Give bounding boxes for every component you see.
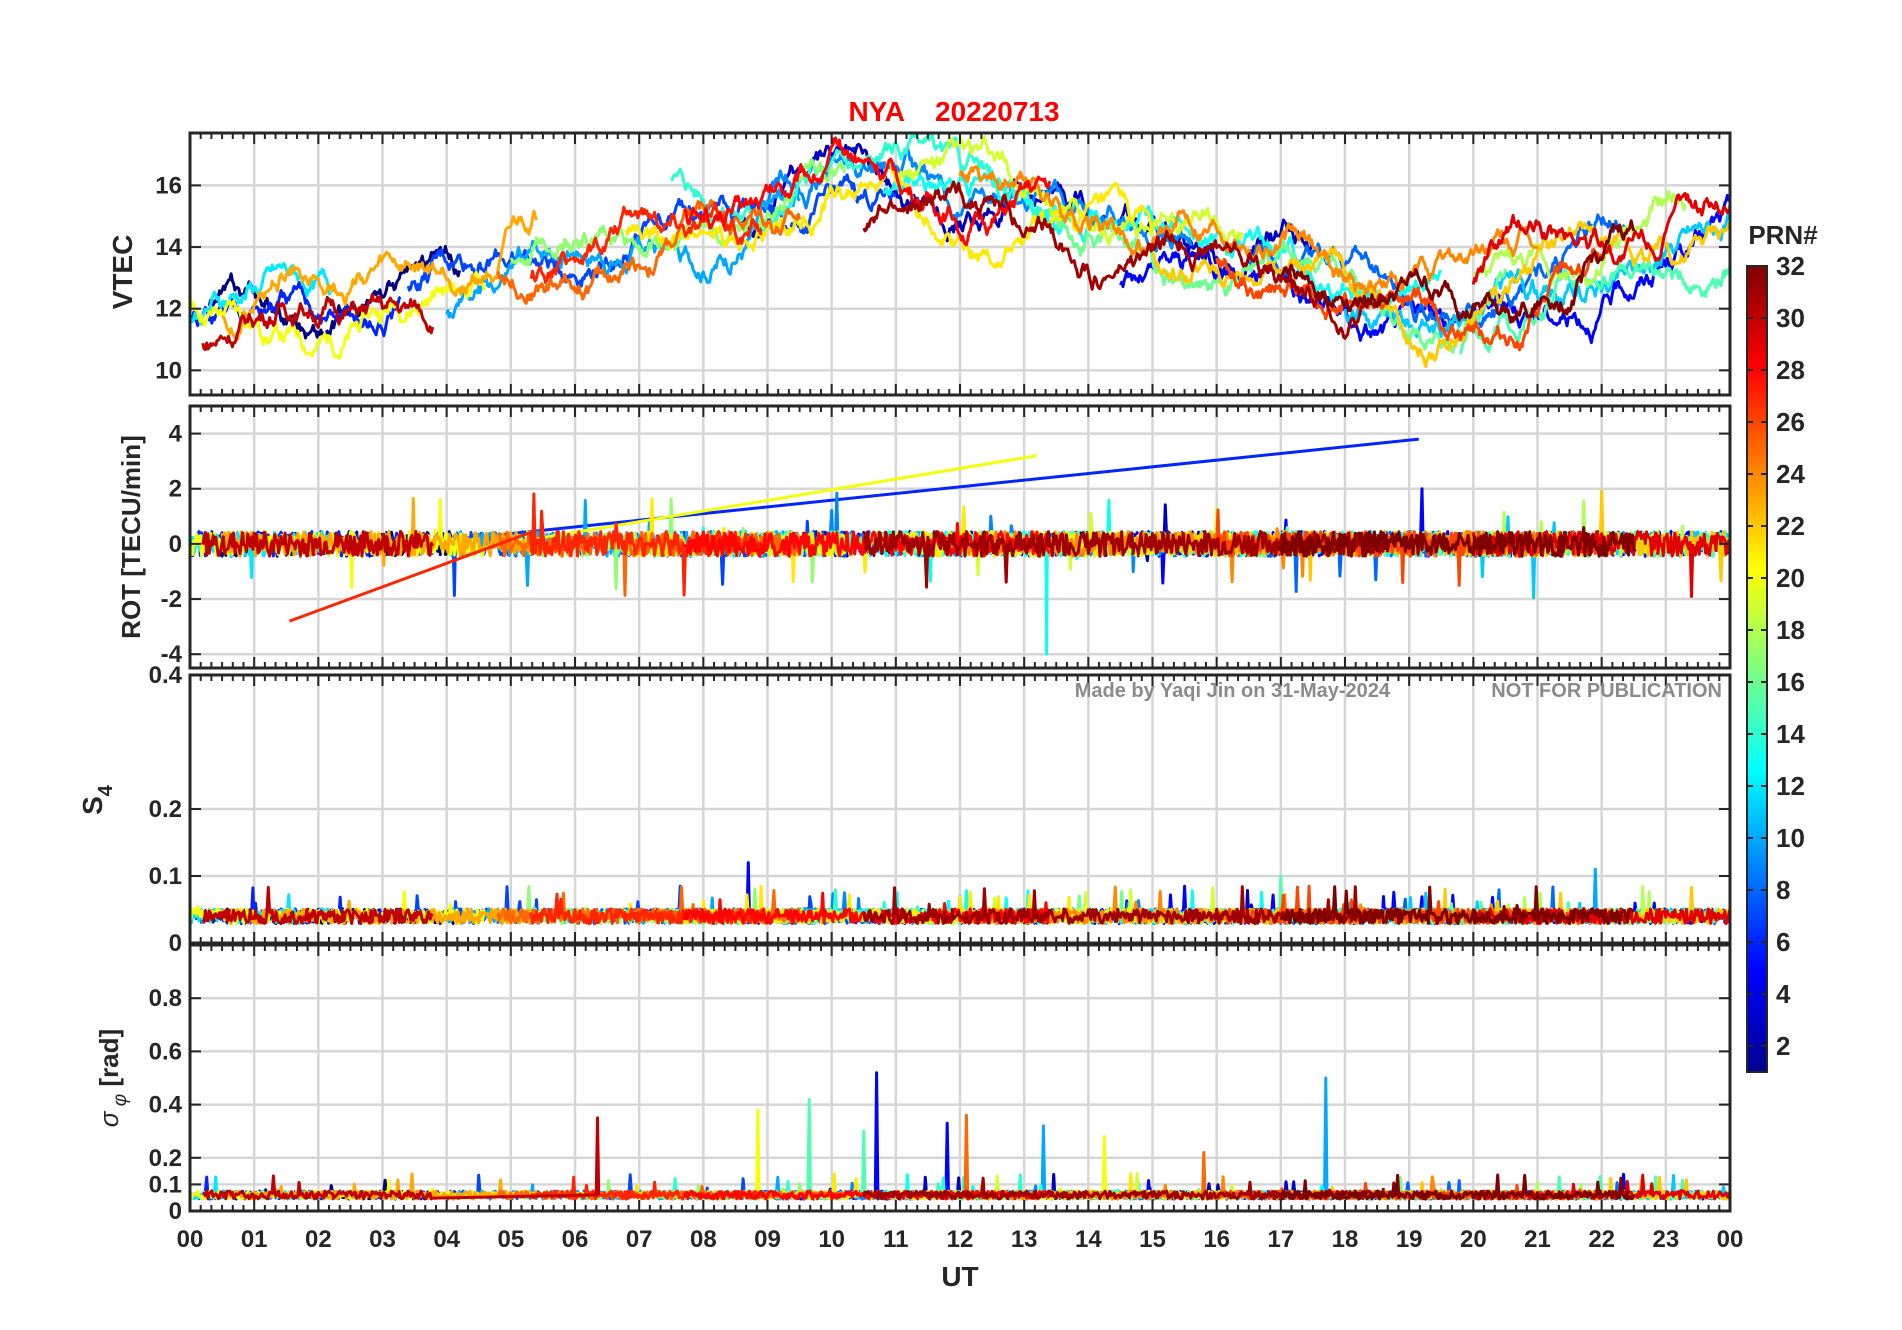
vtec-ytick-label: 16 (155, 172, 182, 199)
vtec-ytick-label: 10 (155, 357, 182, 384)
x-tick-label: 17 (1267, 1226, 1294, 1253)
watermark-notice: NOT FOR PUBLICATION (1491, 680, 1722, 702)
colorbar-tick-label: 2 (1776, 1031, 1790, 1061)
sigma_phi-ytick-label: 0.8 (149, 985, 182, 1012)
colorbar-tick-label: 6 (1776, 927, 1790, 957)
colorbar-tick-label: 22 (1776, 511, 1805, 541)
sigma_phi-ytick-label: 0 (169, 1198, 182, 1225)
x-tick-label: 16 (1203, 1226, 1230, 1253)
x-tick-label: 23 (1652, 1226, 1679, 1253)
chart-title-date: 20220713 (935, 96, 1060, 127)
x-tick-label: 09 (754, 1226, 781, 1253)
x-axis-label: UT (941, 1261, 978, 1292)
s4-ytick-label: 0.2 (149, 796, 182, 823)
x-tick-label: 20 (1460, 1226, 1487, 1253)
colorbar-tick-label: 4 (1776, 979, 1791, 1009)
x-tick-label: 19 (1396, 1226, 1423, 1253)
colorbar-tick-label: 24 (1776, 459, 1805, 489)
x-tick-label: 12 (947, 1226, 974, 1253)
colorbar-tick-label: 14 (1776, 719, 1805, 749)
s4-axis-label: S4 (77, 784, 117, 815)
colorbar-tick-label: 10 (1776, 823, 1805, 853)
colorbar-tick-label: 28 (1776, 355, 1805, 385)
rot-ytick-label: 0 (169, 531, 182, 558)
x-tick-label: 15 (1139, 1226, 1166, 1253)
watermark-author: Made by Yaqi Jin on 31-May-2024 (1075, 680, 1391, 702)
x-tick-label: 18 (1332, 1226, 1359, 1253)
x-tick-label: 04 (433, 1226, 460, 1253)
svg-text:σ φ [rad]: σ φ [rad] (94, 1029, 131, 1127)
x-tick-label: 21 (1524, 1226, 1551, 1253)
colorbar-tick-label: 18 (1776, 615, 1805, 645)
s4-ytick-label: 0.4 (149, 662, 183, 689)
vtec-ytick-label: 12 (155, 296, 182, 323)
x-tick-label: 11 (883, 1226, 908, 1253)
x-tick-label: 02 (305, 1226, 332, 1253)
sigma_phi-ytick-label: 0.2 (149, 1145, 182, 1172)
rot-ytick-label: 2 (169, 476, 182, 503)
svg-text:S4: S4 (77, 784, 117, 815)
figure: NYA 20220713 10121416-4-202400.10.20.400… (77, 96, 1818, 1292)
x-tick-label: 22 (1588, 1226, 1615, 1253)
x-tick-label: 14 (1075, 1226, 1102, 1253)
x-tick-label: 07 (626, 1226, 653, 1253)
colorbar-tick-label: 8 (1776, 875, 1790, 905)
vtec-ytick-label: 14 (155, 234, 182, 261)
sigma_phi-ytick-label: 0.6 (149, 1038, 182, 1065)
x-tick-label: 06 (562, 1226, 589, 1253)
sigma_phi-ytick-label: 0.1 (149, 1171, 182, 1198)
chart-title-station: NYA (848, 96, 905, 127)
x-tick-label: 01 (241, 1226, 268, 1253)
x-tick-label: 13 (1011, 1226, 1038, 1253)
x-tick-label: 10 (818, 1226, 845, 1253)
x-tick-label: 05 (497, 1226, 524, 1253)
sigma_phi-ytick-label: 0.4 (149, 1092, 183, 1119)
rot-ytick-label: -2 (161, 586, 182, 613)
s4-ytick-label: 0 (169, 930, 182, 957)
vtec-axis-label: VTEC (107, 235, 138, 310)
sigma-phi-axis-label: σ φ [rad] (94, 1029, 131, 1127)
x-tick-label: 08 (690, 1226, 717, 1253)
rot-axis-label: ROT [TECU/min] (116, 435, 146, 639)
colorbar-label: PRN# (1748, 220, 1818, 250)
rot-ytick-label: 4 (169, 421, 183, 448)
s4-ytick-label: 0.1 (149, 863, 182, 890)
x-tick-label: 00 (1717, 1226, 1744, 1253)
colorbar-tick-label: 32 (1776, 251, 1805, 281)
x-tick-label: 00 (177, 1226, 204, 1253)
colorbar-tick-label: 26 (1776, 407, 1805, 437)
x-tick-label: 03 (369, 1226, 396, 1253)
colorbar-tick-label: 12 (1776, 771, 1805, 801)
colorbar-tick-label: 30 (1776, 303, 1805, 333)
colorbar (1746, 265, 1768, 1073)
colorbar-tick-label: 16 (1776, 667, 1805, 697)
colorbar-tick-label: 20 (1776, 563, 1805, 593)
sigma_phi-series-prn-10 (445, 1076, 1329, 1201)
rot-series-prn-31 (862, 530, 1385, 589)
